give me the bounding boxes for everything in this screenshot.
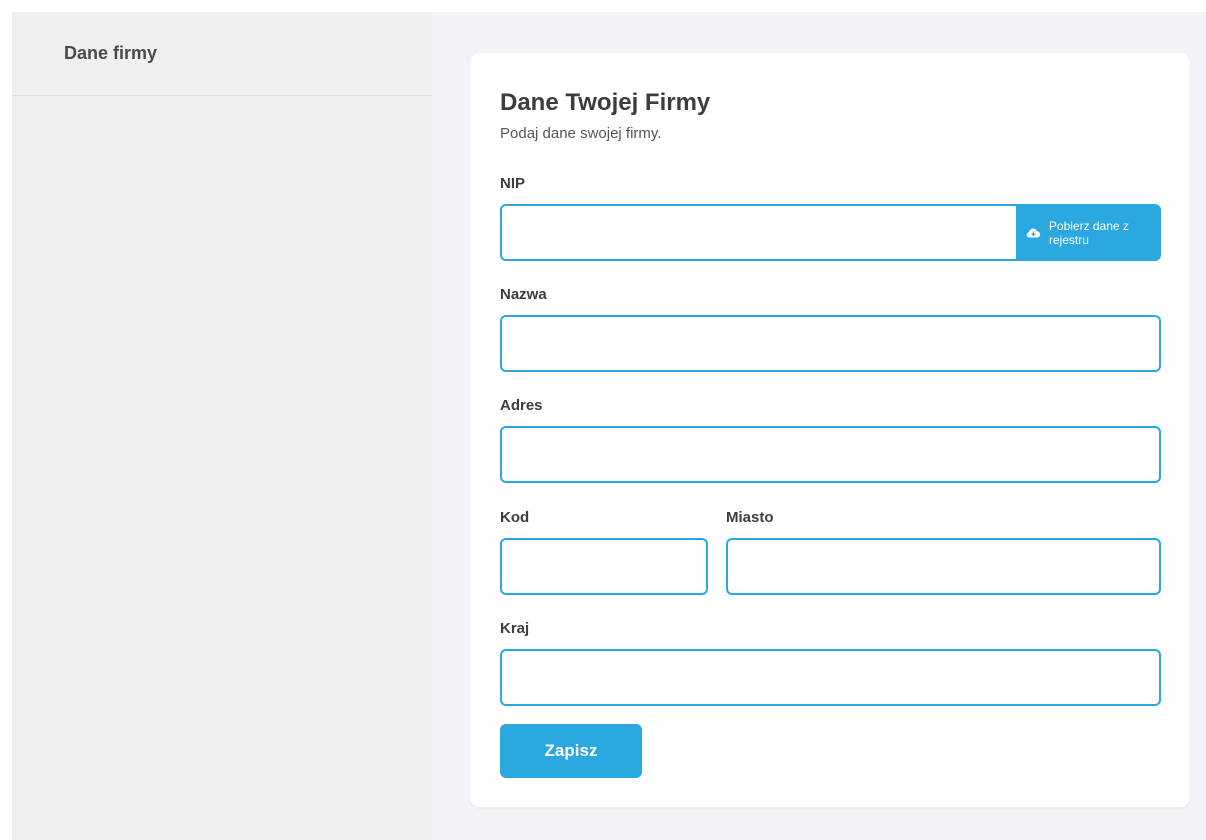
kraj-label: Kraj bbox=[500, 620, 530, 637]
adres-label: Adres bbox=[500, 397, 543, 414]
nip-label: NIP bbox=[500, 175, 526, 192]
nip-row: Pobierz dane z rejestru bbox=[500, 204, 1161, 261]
miasto-group: Miasto bbox=[726, 509, 1161, 595]
app: Dane firmy Dane Twojej Firmy Podaj dane … bbox=[12, 12, 1206, 840]
nip-group: NIP Pobierz dane z rejestru bbox=[500, 175, 1161, 261]
kod-label: Kod bbox=[500, 509, 530, 526]
fetch-button-label: Pobierz dane z rejestru bbox=[1048, 218, 1129, 247]
page-title: Dane Twojej Firmy bbox=[500, 89, 711, 116]
page-subtitle: Podaj dane swojej firmy. bbox=[500, 125, 662, 142]
kod-group: Kod bbox=[500, 509, 708, 595]
adres-input[interactable] bbox=[500, 426, 1161, 483]
sidebar: Dane firmy bbox=[12, 12, 432, 840]
kraj-group: Kraj bbox=[500, 620, 1161, 706]
nazwa-label: Nazwa bbox=[500, 286, 547, 303]
nazwa-group: Nazwa bbox=[500, 286, 1161, 372]
kraj-input[interactable] bbox=[500, 649, 1161, 706]
miasto-input[interactable] bbox=[726, 538, 1161, 595]
adres-group: Adres bbox=[500, 397, 1161, 483]
miasto-label: Miasto bbox=[726, 509, 774, 526]
fetch-from-registry-button[interactable]: Pobierz dane z rejestru bbox=[1016, 204, 1161, 261]
nazwa-input[interactable] bbox=[500, 315, 1161, 372]
sidebar-title[interactable]: Dane firmy bbox=[64, 43, 157, 63]
cloud-download-icon bbox=[1026, 228, 1041, 237]
nip-input[interactable] bbox=[500, 204, 1016, 261]
save-button[interactable]: Zapisz bbox=[500, 724, 642, 778]
main-content: Dane Twojej Firmy Podaj dane swojej firm… bbox=[432, 12, 1206, 840]
kod-input[interactable] bbox=[500, 538, 708, 595]
company-form-card: Dane Twojej Firmy Podaj dane swojej firm… bbox=[470, 53, 1190, 807]
sidebar-header: Dane firmy bbox=[12, 12, 432, 96]
